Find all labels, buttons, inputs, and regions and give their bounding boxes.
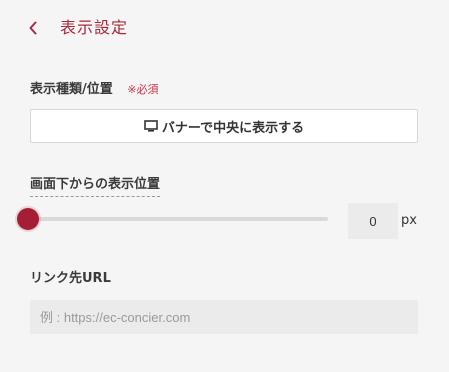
position-unit: px — [401, 213, 417, 228]
position-label: 画面下からの表示位置 — [30, 177, 161, 197]
slider-track — [28, 217, 328, 221]
back-button[interactable] — [22, 16, 44, 40]
banner-center-display-label: バナーで中央に表示する — [161, 120, 305, 136]
banner-center-display-button[interactable]: バナーで中央に表示する — [30, 109, 418, 143]
position-slider[interactable] — [17, 208, 330, 230]
chevron-left-icon — [28, 21, 38, 35]
monitor-icon — [144, 120, 158, 132]
slider-thumb[interactable] — [17, 208, 39, 230]
position-value-input[interactable] — [348, 203, 398, 239]
display-type-label-row: 表示種類/位置 ※必須 — [30, 82, 159, 98]
header: 表示設定 — [0, 0, 449, 56]
link-url-input[interactable] — [30, 300, 418, 334]
link-url-label: リンク先URL — [30, 271, 111, 286]
display-type-label: 表示種類/位置 — [30, 82, 113, 97]
page-title: 表示設定 — [60, 18, 129, 37]
required-badge: ※必須 — [127, 83, 159, 96]
